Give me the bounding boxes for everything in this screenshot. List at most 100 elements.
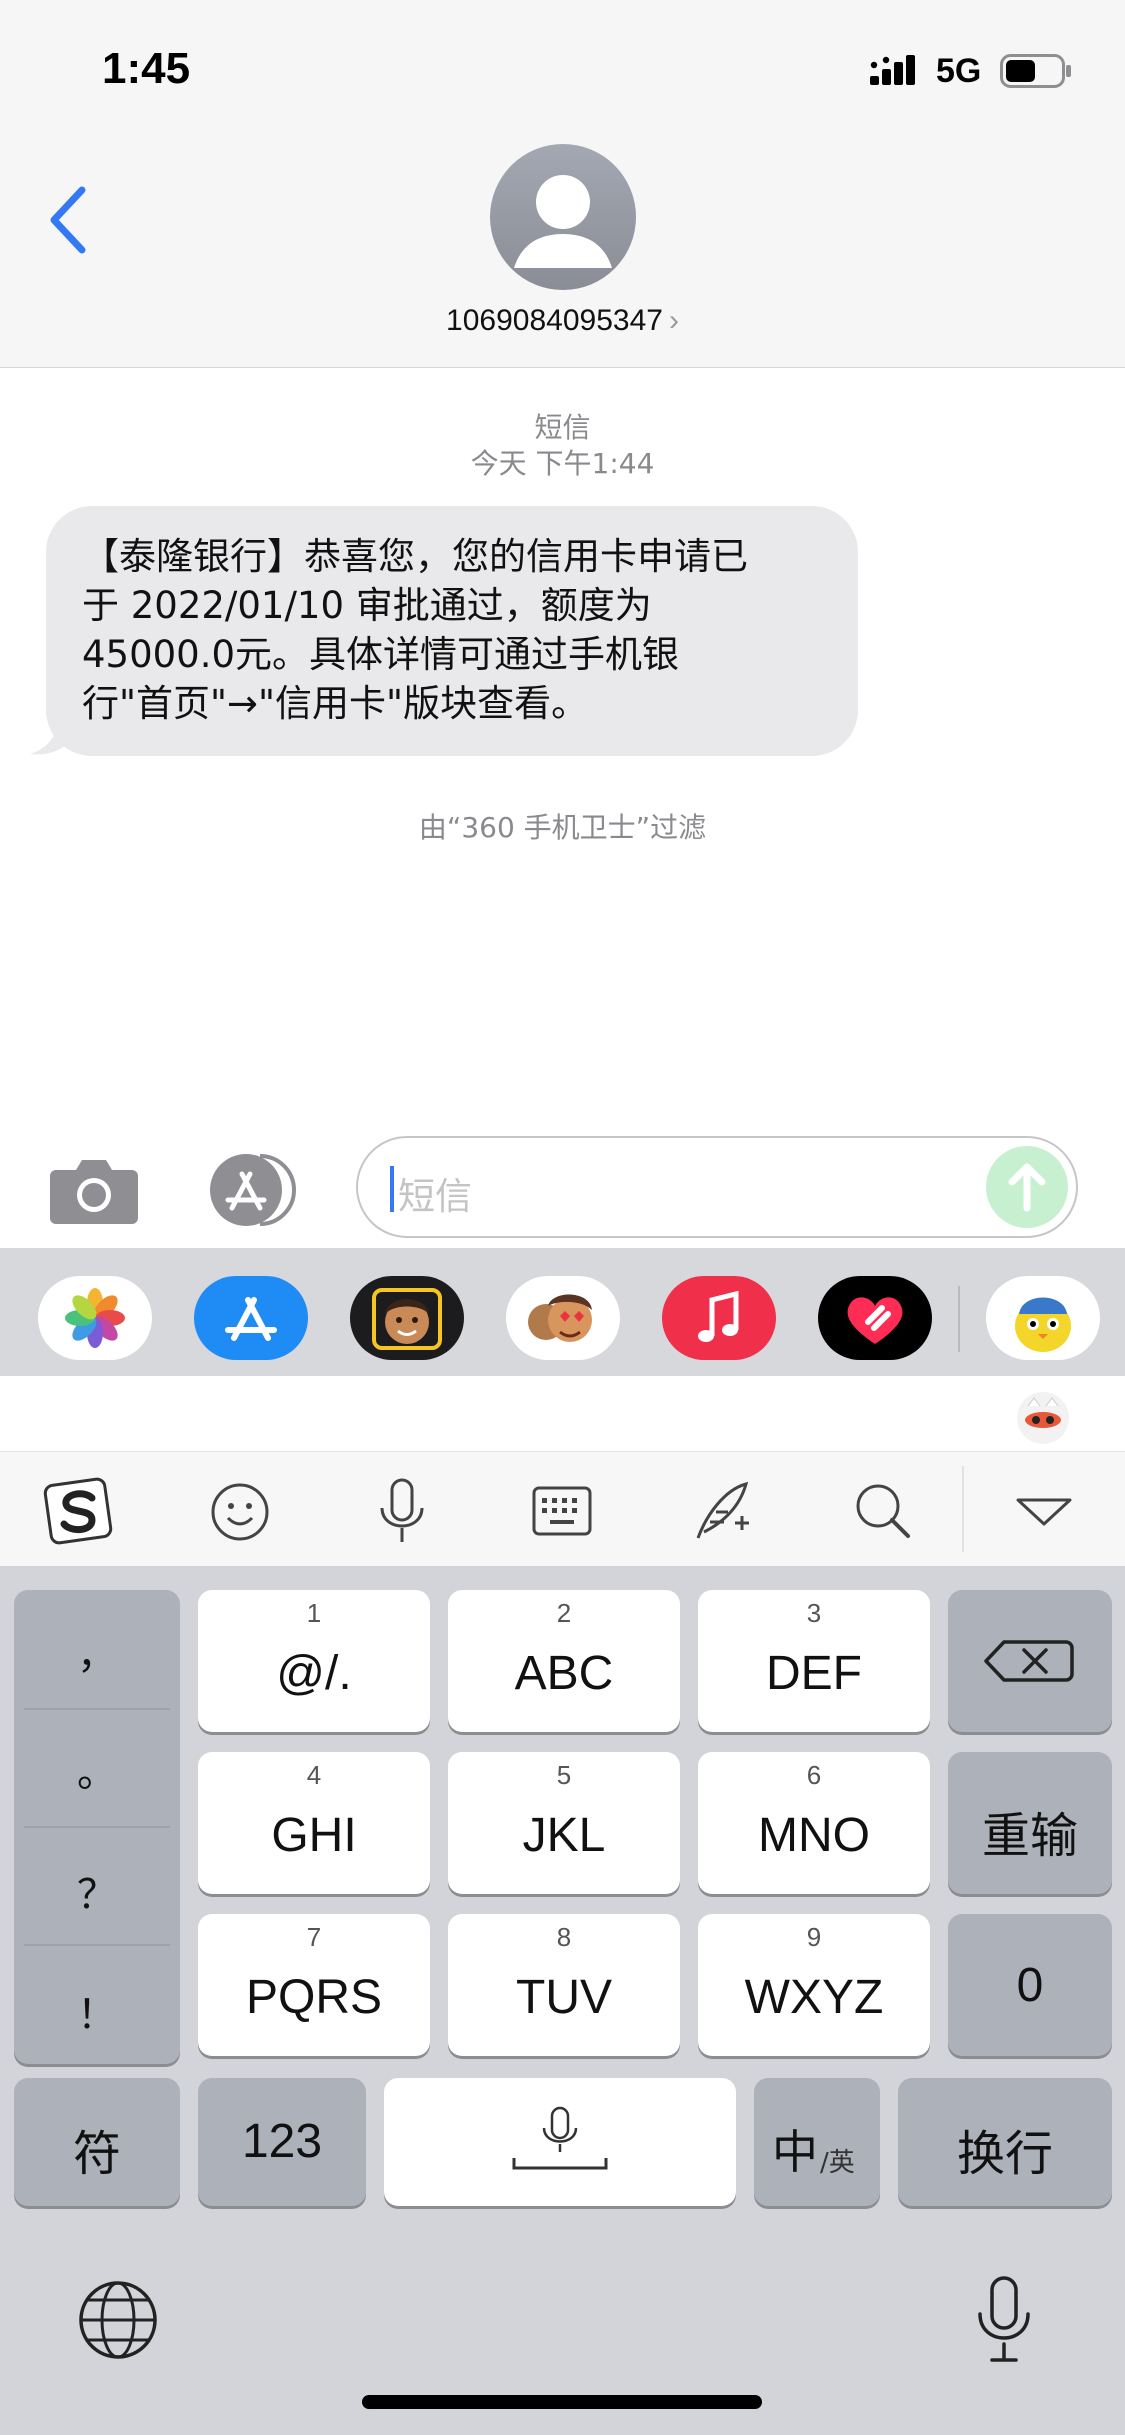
search-icon[interactable] (844, 1476, 920, 1546)
collapse-icon[interactable] (1006, 1476, 1082, 1546)
camera-icon[interactable] (48, 1154, 140, 1226)
key-number: 7 (306, 1922, 322, 1952)
lang-main-label: 中 (772, 2125, 818, 2179)
status-bar: 1:45 5G (0, 0, 1125, 140)
contact-avatar[interactable] (490, 144, 636, 290)
key-4[interactable]: 4 GHI (198, 1752, 430, 1894)
return-key[interactable]: 换行 (898, 2078, 1112, 2206)
key-label: @/. (276, 1647, 352, 1700)
input-placeholder: 短信 (398, 1175, 472, 1218)
key-label: MNO (758, 1809, 870, 1862)
send-button[interactable] (986, 1146, 1068, 1228)
key-label: GHI (271, 1809, 357, 1862)
symbols-key[interactable]: 符 (14, 2078, 180, 2206)
app-store-icon[interactable] (194, 1276, 308, 1360)
cellular-signal-icon (870, 55, 915, 85)
lang-sub-label: /英 (820, 2148, 855, 2178)
message-type-label: 短信 (534, 411, 591, 444)
globe-icon[interactable] (76, 2278, 160, 2362)
numbers-label: 123 (241, 2115, 323, 2168)
home-indicator[interactable] (362, 2395, 762, 2409)
punctuation-column[interactable]: ， 。 ？ ！ (14, 1590, 180, 2064)
key-number: 3 (806, 1598, 822, 1628)
chevron-left-icon[interactable] (40, 180, 100, 260)
sticker-bird-icon[interactable] (986, 1276, 1100, 1360)
key-8[interactable]: 8 TUV (448, 1914, 680, 2056)
handwriting-icon[interactable] (684, 1476, 760, 1546)
animoji-icon[interactable] (506, 1276, 620, 1360)
zero-label: 0 (1016, 1959, 1044, 2012)
app-store-icon[interactable] (200, 1148, 306, 1232)
t9-keyboard: ， 。 ？ ！ 1 @/. 2 ABC 3 DEF 4 GHI 5 JKL 6 … (0, 1566, 1125, 2435)
key-label: PQRS (245, 1971, 383, 2024)
delete-key[interactable] (948, 1590, 1112, 1732)
key-label: TUV (516, 1971, 612, 2024)
key-number: 4 (306, 1760, 322, 1790)
photos-icon[interactable] (38, 1276, 152, 1360)
key-3[interactable]: 3 DEF (698, 1590, 930, 1732)
space-mic-icon (512, 2106, 608, 2170)
punct-period[interactable]: 。 (14, 1740, 180, 1798)
message-line: 45000.0元。具体详情可通过手机银 (82, 633, 680, 676)
message-input[interactable]: 短信 (356, 1136, 1078, 1238)
numbers-key[interactable]: 123 (198, 2078, 366, 2206)
retype-key[interactable]: 重输 (948, 1752, 1112, 1894)
key-5[interactable]: 5 JKL (448, 1752, 680, 1894)
retype-label: 重输 (981, 1810, 1078, 1863)
network-type: 5G (936, 52, 982, 90)
punct-divider (24, 1708, 170, 1710)
sogou-skin-icon[interactable] (1014, 1388, 1072, 1446)
music-icon[interactable] (662, 1276, 776, 1360)
message-timestamp: 今天 下午1:44 (470, 447, 655, 480)
key-6[interactable]: 6 MNO (698, 1752, 930, 1894)
message-line: 【泰隆银行】恭喜您，您的信用卡申请已 (82, 535, 748, 578)
microphone-icon[interactable] (972, 2274, 1036, 2364)
symbols-label: 符 (72, 2128, 121, 2181)
punct-divider (24, 1944, 170, 1946)
key-1[interactable]: 1 @/. (198, 1590, 430, 1732)
microphone-icon[interactable] (364, 1476, 440, 1546)
key-label: DEF (766, 1647, 862, 1700)
emoji-icon[interactable] (202, 1476, 278, 1546)
candidate-bar (0, 1376, 1125, 1452)
punct-divider (24, 1826, 170, 1828)
punct-question[interactable]: ？ (14, 1862, 180, 1920)
punct-comma[interactable]: ， (14, 1622, 180, 1680)
message-line: 于 2022/01/10 审批通过，额度为 (82, 584, 652, 627)
keyboard-toolbar (0, 1452, 1125, 1566)
contact-number: 1069084095347 (446, 304, 663, 337)
key-number: 2 (556, 1598, 572, 1628)
heart-digital-touch-icon[interactable] (818, 1276, 932, 1360)
message-line: 行"首页"→"信用卡"版块查看。 (82, 682, 589, 725)
key-9[interactable]: 9 WXYZ (698, 1914, 930, 2056)
punct-exclaim[interactable]: ！ (14, 1982, 180, 2040)
memoji-icon[interactable] (350, 1276, 464, 1360)
sogou-logo-icon[interactable] (42, 1476, 118, 1546)
message-list[interactable]: 短信 今天 下午1:44 【泰隆银行】恭喜您，您的信用卡申请已 于 2022/0… (0, 368, 1125, 1128)
return-label: 换行 (956, 2128, 1053, 2181)
contact-name[interactable]: 1069084095347 › (0, 304, 1125, 338)
space-key[interactable] (384, 2078, 736, 2206)
battery-icon (1000, 54, 1071, 88)
key-2[interactable]: 2 ABC (448, 1590, 680, 1732)
key-number: 1 (306, 1598, 322, 1628)
key-number: 6 (806, 1760, 822, 1790)
key-label: WXYZ (744, 1971, 884, 2024)
zero-key[interactable]: 0 (948, 1914, 1112, 2056)
text-cursor (390, 1166, 394, 1212)
status-time: 1:45 (102, 44, 191, 93)
person-silhouette-icon (514, 175, 612, 268)
message-bubble[interactable]: 【泰隆银行】恭喜您，您的信用卡申请已 于 2022/01/10 审批通过，额度为… (46, 506, 858, 756)
key-label: ABC (514, 1647, 614, 1700)
send-arrow-icon (1008, 1163, 1046, 1212)
keyboard-icon[interactable] (524, 1476, 600, 1546)
language-key[interactable]: 中 /英 (754, 2078, 880, 2206)
key-label: JKL (522, 1809, 606, 1862)
compose-bar: 短信 (0, 1128, 1125, 1248)
imessage-app-strip (0, 1248, 1125, 1376)
chevron-right-icon: › (668, 304, 679, 337)
key-number: 5 (556, 1760, 572, 1790)
key-7[interactable]: 7 PQRS (198, 1914, 430, 2056)
backspace-icon (984, 1640, 1074, 1682)
key-number: 9 (806, 1922, 822, 1952)
